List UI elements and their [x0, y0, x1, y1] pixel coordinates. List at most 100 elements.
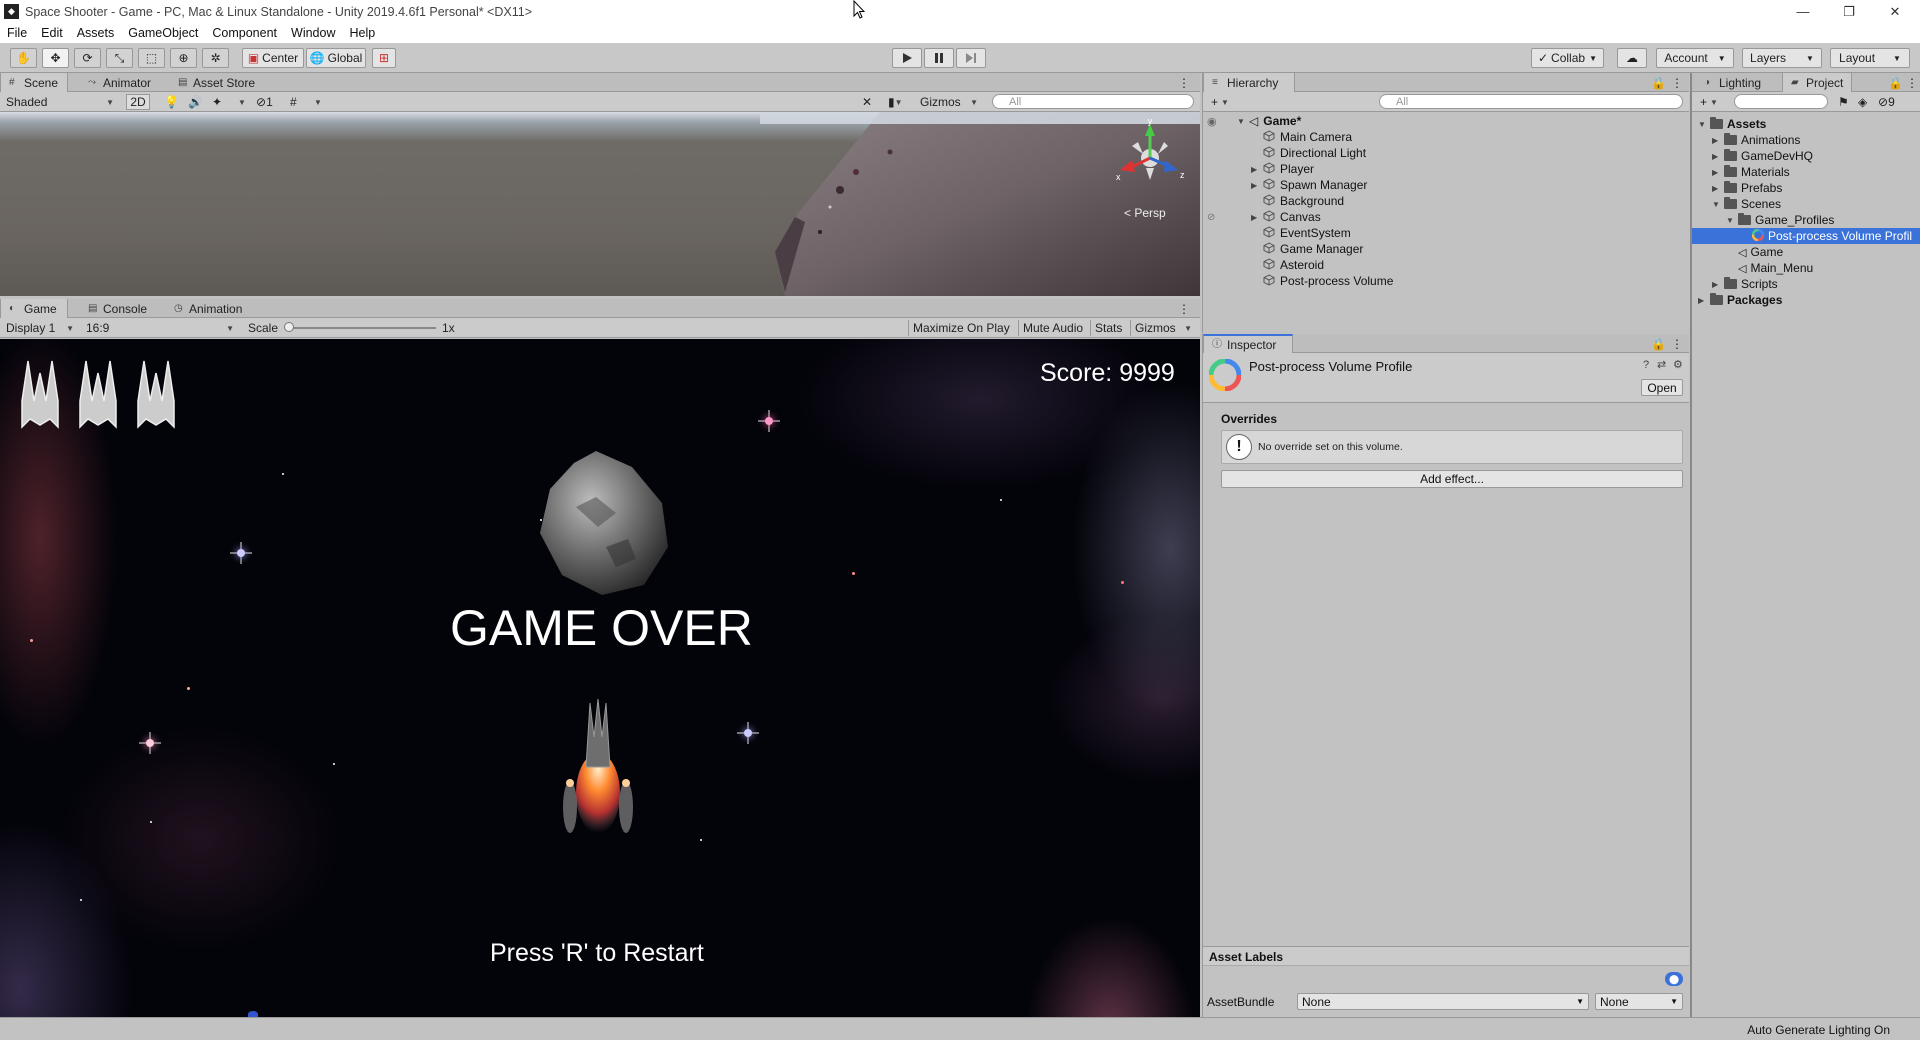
hand-tool-icon[interactable]: ✋	[10, 48, 37, 68]
expand-arrow-icon[interactable]: ▶	[1251, 213, 1263, 222]
scene-search-input[interactable]: All	[992, 94, 1194, 109]
layers-dropdown[interactable]: Layers ▼	[1742, 48, 1822, 68]
project-tree-item[interactable]: ▶ GameDevHQ	[1692, 148, 1920, 164]
label-tag-icon[interactable]: ⬤	[1665, 972, 1683, 986]
tab-lighting[interactable]: ◑ Lighting	[1696, 73, 1769, 92]
menu-help[interactable]: Help	[342, 23, 382, 43]
shading-mode-dropdown[interactable]: Shaded ▼	[2, 94, 118, 110]
inspector-lock-icon[interactable]: 🔒	[1651, 334, 1666, 353]
hierarchy-item[interactable]: Asteroid	[1251, 257, 1324, 273]
menu-component[interactable]: Component	[205, 23, 284, 43]
expand-arrow-icon[interactable]: ▶	[1712, 280, 1724, 289]
pivot-center-button[interactable]: ▣ Center	[242, 48, 304, 68]
expand-arrow-icon[interactable]: ▼	[1698, 120, 1710, 129]
expand-arrow-icon[interactable]: ▶	[1712, 136, 1724, 145]
hierarchy-item[interactable]: Game Manager	[1251, 241, 1363, 257]
hierarchy-item[interactable]: Background	[1251, 193, 1344, 209]
hierarchy-item[interactable]: Directional Light	[1251, 145, 1366, 161]
expand-arrow-icon[interactable]: ▶	[1712, 168, 1724, 177]
game-view[interactable]: Score: 9999 GAME OVER Press 'R' to Resta…	[0, 339, 1200, 1017]
hierarchy-search-input[interactable]: All	[1379, 94, 1683, 109]
transform-tool-icon[interactable]: ⊕	[170, 48, 197, 68]
stats-toggle[interactable]: Stats	[1090, 320, 1126, 336]
hierarchy-item[interactable]: EventSystem	[1251, 225, 1351, 241]
project-search-input[interactable]	[1734, 94, 1828, 109]
hierarchy-lock-icon[interactable]: 🔒	[1651, 73, 1666, 92]
project-tree-item[interactable]: Post-process Volume Profil	[1692, 228, 1920, 244]
project-tree-item[interactable]: ▶ Packages	[1692, 292, 1920, 308]
scene-orientation-gizmo[interactable]: y x z	[1110, 118, 1190, 188]
preset-icon[interactable]: ⇄	[1657, 358, 1666, 371]
hierarchy-visibility-icon[interactable]: ◉	[1207, 113, 1217, 129]
scale-slider-track[interactable]	[288, 327, 436, 329]
tab-scene[interactable]: # Scene	[0, 73, 68, 92]
mute-audio-toggle[interactable]: Mute Audio	[1018, 320, 1087, 336]
layout-dropdown[interactable]: Layout ▼	[1830, 48, 1910, 68]
effects-dropdown-icon[interactable]: ▼	[234, 94, 250, 110]
display-dropdown[interactable]: Display 1 ▼	[2, 320, 78, 336]
tools-icon[interactable]: ✕	[858, 94, 876, 110]
expand-arrow-icon[interactable]: ▶	[1712, 184, 1724, 193]
expand-arrow-icon[interactable]: ▶	[1712, 152, 1724, 161]
search-by-type-icon[interactable]: ⚑	[1834, 94, 1853, 110]
snap-grid-icon[interactable]: ⊞	[372, 48, 396, 68]
tab-hierarchy[interactable]: ≡ Hierarchy	[1203, 73, 1295, 92]
tab-console[interactable]: ▤ Console	[80, 299, 155, 318]
scene-gizmos-dropdown[interactable]: Gizmos ▼	[916, 94, 982, 110]
tab-asset-store[interactable]: ▤ Asset Store	[170, 73, 263, 92]
rect-tool-icon[interactable]: ⬚	[138, 48, 165, 68]
grid-dropdown-icon[interactable]: ▼	[310, 94, 326, 110]
close-icon[interactable]: ✕	[1872, 0, 1918, 23]
pause-button[interactable]	[924, 48, 954, 68]
expand-arrow-icon[interactable]: ▼	[1712, 200, 1724, 209]
menu-edit[interactable]: Edit	[34, 23, 70, 43]
grid-toggle-icon[interactable]: #	[286, 94, 301, 110]
camera-icon[interactable]: ▮ ▼	[884, 94, 907, 110]
inspector-menu-icon[interactable]: ⋮	[1671, 334, 1683, 353]
lighting-toggle-icon[interactable]: 💡	[160, 94, 183, 110]
hidden-objects-toggle[interactable]: ⊘ 1	[252, 94, 277, 110]
assetbundle-dropdown[interactable]: None ▼	[1297, 993, 1589, 1010]
tab-game[interactable]: ◐ Game	[0, 299, 68, 318]
hidden-packages-toggle[interactable]: ⊘ 9	[1874, 94, 1899, 110]
open-button[interactable]: Open	[1641, 379, 1683, 396]
rotate-tool-icon[interactable]: ⟳	[74, 48, 101, 68]
minimize-icon[interactable]: —	[1780, 0, 1826, 23]
expand-arrow-icon[interactable]: ▼	[1726, 216, 1738, 225]
play-button[interactable]	[892, 48, 922, 68]
audio-toggle-icon[interactable]: 🔊	[184, 94, 207, 110]
project-tree-item[interactable]: ▼ Assets	[1692, 116, 1920, 132]
hierarchy-menu-icon[interactable]: ⋮	[1671, 73, 1683, 92]
tab-inspector[interactable]: ⓘ Inspector	[1203, 334, 1293, 353]
project-create-button[interactable]: + ▼	[1696, 94, 1722, 110]
menu-window[interactable]: Window	[284, 23, 342, 43]
scale-slider-handle[interactable]	[284, 322, 294, 332]
menu-file[interactable]: File	[0, 23, 34, 43]
project-tree-item[interactable]: ▶ Animations	[1692, 132, 1920, 148]
hierarchy-item[interactable]: Post-process Volume	[1251, 273, 1393, 289]
perspective-label[interactable]: < Persp	[1124, 206, 1166, 220]
move-tool-icon[interactable]: ✥	[42, 48, 69, 68]
custom-tool-icon[interactable]: ✲	[202, 48, 229, 68]
restore-icon[interactable]: ❐	[1826, 0, 1872, 23]
hierarchy-item[interactable]: ▶ Player	[1251, 161, 1314, 177]
tab-animator[interactable]: ⤳ Animator	[80, 73, 159, 92]
tab-project[interactable]: ▰ Project	[1782, 73, 1853, 92]
project-tree-item[interactable]: ▼ Game_Profiles	[1692, 212, 1920, 228]
hierarchy-item[interactable]: Main Camera	[1251, 129, 1352, 145]
step-button[interactable]	[956, 48, 986, 68]
aspect-dropdown[interactable]: 16:9 ▼	[82, 320, 238, 336]
expand-arrow-icon[interactable]: ▶	[1251, 181, 1263, 190]
project-tree-item[interactable]: ▼ Scenes	[1692, 196, 1920, 212]
scene-panel-menu-icon[interactable]: ⋮	[1178, 73, 1190, 92]
project-lock-icon[interactable]: 🔒	[1888, 73, 1903, 92]
collab-button[interactable]: ✓ Collab ▼	[1531, 48, 1604, 68]
maximize-on-play-toggle[interactable]: Maximize On Play	[908, 320, 1014, 336]
expand-arrow-icon[interactable]: ▶	[1698, 296, 1710, 305]
search-by-label-icon[interactable]: ◈	[1854, 94, 1871, 110]
hierarchy-item[interactable]: ▶ Spawn Manager	[1251, 177, 1367, 193]
menu-assets[interactable]: Assets	[70, 23, 122, 43]
hierarchy-scene-root[interactable]: ▼ ◁ Game*	[1237, 113, 1301, 129]
expand-arrow-icon[interactable]: ▶	[1251, 165, 1263, 174]
scale-tool-icon[interactable]: ⤡	[106, 48, 133, 68]
